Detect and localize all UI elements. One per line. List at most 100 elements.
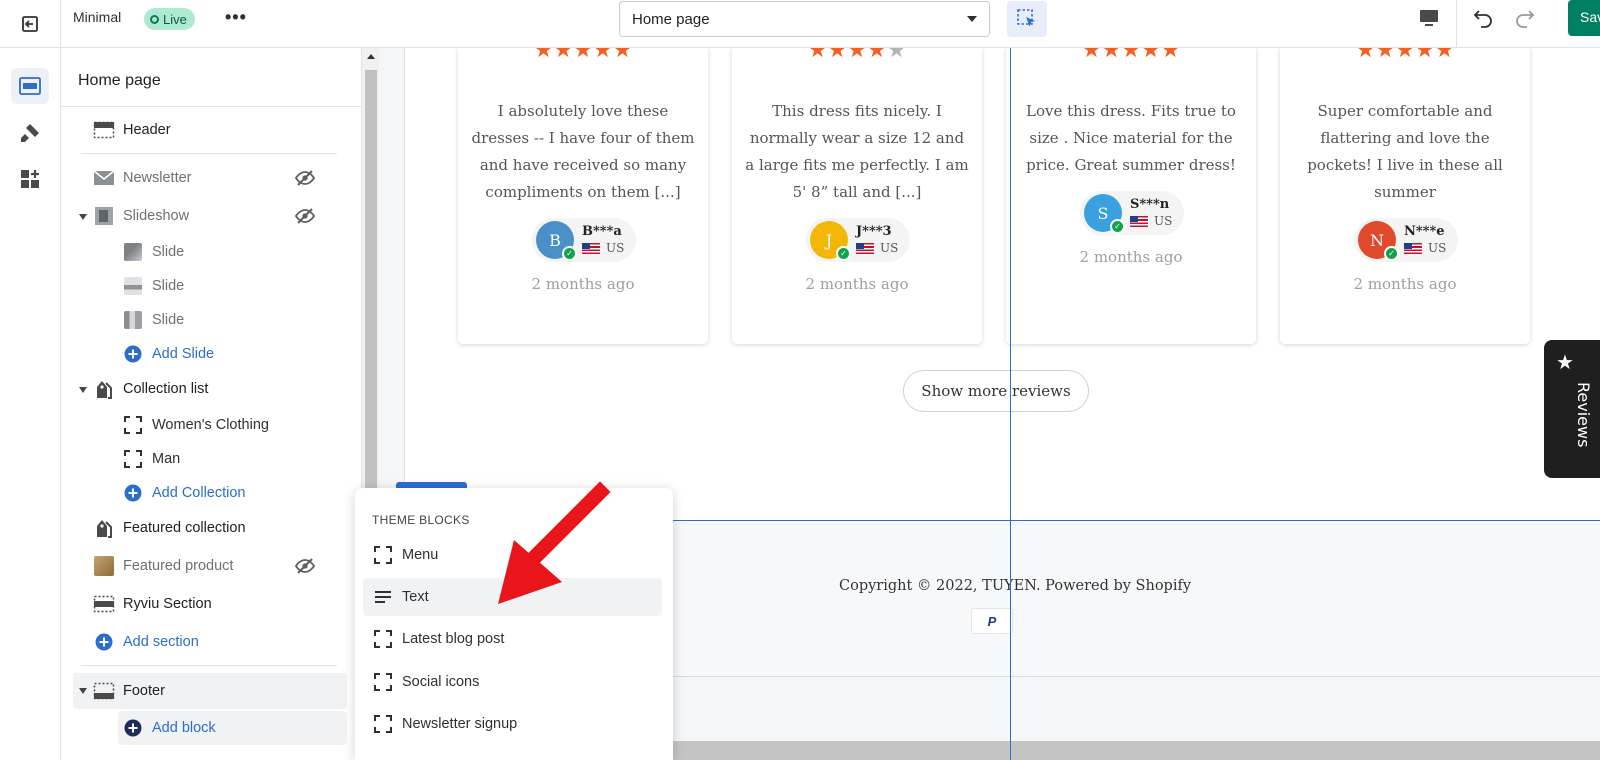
review-author: N ✓ N***e US: [1354, 218, 1459, 262]
block-label: Women's Clothing: [152, 417, 269, 433]
annotation-arrow-icon: [498, 481, 611, 604]
star-filled-icon: ★: [866, 48, 887, 63]
verified-check-icon: ✓: [836, 246, 851, 261]
avatar: N ✓: [1358, 221, 1399, 261]
verified-check-icon: ✓: [1384, 246, 1399, 261]
avatar: S ✓: [1084, 194, 1125, 234]
star-filled-icon: ★: [827, 48, 848, 63]
block-option-newsletter-signup[interactable]: Newsletter signup: [363, 705, 662, 743]
collection-tag-icon: [93, 519, 115, 538]
block-slide[interactable]: Slide: [123, 236, 184, 268]
undo-icon: [1473, 10, 1492, 28]
desktop-preview-button[interactable]: [1415, 4, 1443, 32]
author-info: N***e US: [1404, 224, 1446, 256]
scroll-up-arrow-icon[interactable]: [367, 54, 375, 59]
author-country: US: [582, 240, 624, 256]
block-collection[interactable]: Women's Clothing: [123, 409, 269, 441]
section-featured-collection[interactable]: Featured collection: [93, 512, 246, 544]
star-filled-icon: ★: [1434, 48, 1455, 63]
eye-hidden-icon[interactable]: [294, 206, 316, 226]
block-option-latest-blog-post[interactable]: Latest blog post: [363, 620, 662, 658]
section-footer[interactable]: Footer: [93, 675, 165, 707]
section-header[interactable]: Header: [93, 114, 171, 146]
collapse-arrow-icon[interactable]: [79, 688, 87, 694]
star-filled-icon: ★: [1414, 48, 1435, 63]
block-option-social-icons[interactable]: Social icons: [363, 663, 662, 701]
add-collection-button[interactable]: Add Collection: [123, 477, 246, 509]
section-label: Slideshow: [123, 208, 190, 224]
us-flag-icon: [1130, 215, 1148, 227]
theme-settings-rail-button[interactable]: [11, 115, 49, 151]
block-slide[interactable]: Slide: [123, 270, 184, 302]
block-label: Slide: [152, 244, 185, 260]
us-flag-icon: [856, 242, 874, 254]
star-filled-icon: ★: [553, 48, 574, 63]
review-author: S ✓ S***n US: [1080, 191, 1185, 235]
collapse-arrow-icon[interactable]: [79, 387, 87, 393]
avatar-initial: N: [1370, 230, 1384, 250]
add-slide-button[interactable]: Add Slide: [123, 338, 214, 370]
dashed-frame-icon: [373, 672, 393, 692]
sidebar-title: Home page: [78, 72, 161, 89]
section-slideshow[interactable]: Slideshow: [93, 200, 189, 232]
country-code: US: [1154, 214, 1173, 228]
page-selector-value: Home page: [632, 10, 710, 28]
app-blocks-icon: [21, 170, 39, 188]
eye-hidden-icon[interactable]: [294, 556, 316, 576]
add-block-button[interactable]: Add block: [123, 712, 216, 744]
page-selector[interactable]: Home page: [619, 1, 990, 37]
footer-section-icon: [93, 682, 115, 700]
add-block-label: Add block: [152, 720, 216, 736]
star-filled-icon: ★: [573, 48, 593, 63]
star-filled-icon: ★: [1121, 48, 1141, 63]
reviews-floating-tab[interactable]: ★ Reviews: [1544, 340, 1600, 478]
review-date: 2 months ago: [1079, 248, 1183, 266]
star-filled-icon: ★: [1101, 48, 1122, 63]
review-text: Love this dress. Fits true to size . Nic…: [1026, 102, 1236, 174]
center-guide-line: [1010, 48, 1011, 760]
section-ryviu[interactable]: Ryviu Section: [93, 588, 212, 620]
star-rating: ★★★★★: [458, 48, 708, 62]
save-button[interactable]: Save: [1568, 0, 1600, 36]
eye-hidden-icon[interactable]: [294, 168, 316, 188]
section-featured-product[interactable]: Featured product: [93, 550, 233, 582]
dashed-frame-icon: [373, 714, 393, 734]
popover-title: THEME BLOCKS: [372, 513, 470, 527]
slide-thumbnail-icon: [123, 277, 143, 295]
block-label: Slide: [152, 278, 185, 294]
review-card: ★★★★★ Super comfortable and flattering an…: [1280, 48, 1530, 344]
block-label: Slide: [152, 312, 185, 328]
collapse-arrow-icon[interactable]: [79, 214, 87, 220]
apps-rail-button[interactable]: [11, 161, 49, 197]
header-section-icon: [93, 121, 115, 139]
preview-bottom-bar: [664, 741, 1600, 760]
section-label: Featured collection: [123, 520, 246, 536]
show-more-reviews-button[interactable]: Show more reviews: [903, 370, 1089, 412]
sections-rail-button[interactable]: [11, 68, 49, 104]
plus-circle-icon: [123, 484, 143, 502]
section-collection-list[interactable]: Collection list: [93, 373, 208, 405]
add-section-button[interactable]: Add section: [93, 626, 199, 658]
option-label: Newsletter signup: [402, 716, 518, 732]
author-info: B***a US: [582, 224, 624, 256]
exit-button[interactable]: [0, 0, 61, 48]
undo-button[interactable]: [1470, 4, 1498, 32]
avatar-initial: J: [825, 230, 833, 250]
add-slide-label: Add Slide: [152, 346, 215, 362]
country-code: US: [1428, 241, 1447, 255]
scrollbar-thumb[interactable]: [365, 70, 377, 548]
slideshow-thumbnail-icon: [93, 207, 115, 225]
country-code: US: [606, 241, 625, 255]
redo-icon: [1516, 10, 1535, 28]
block-slide[interactable]: Slide: [123, 304, 184, 336]
block-collection[interactable]: Man: [123, 443, 180, 475]
select-cursor-icon: [1017, 9, 1035, 27]
more-actions-button[interactable]: •••: [225, 7, 247, 28]
section-newsletter[interactable]: Newsletter: [93, 162, 192, 194]
redo-button[interactable]: [1510, 4, 1538, 32]
collection-tag-icon: [93, 380, 115, 399]
star-rating: ★★★★★: [1006, 48, 1256, 62]
star-filled-icon: ★: [1081, 48, 1102, 63]
inspector-toggle-button[interactable]: [1007, 1, 1047, 37]
star-rating: ★★★★★: [732, 48, 982, 62]
